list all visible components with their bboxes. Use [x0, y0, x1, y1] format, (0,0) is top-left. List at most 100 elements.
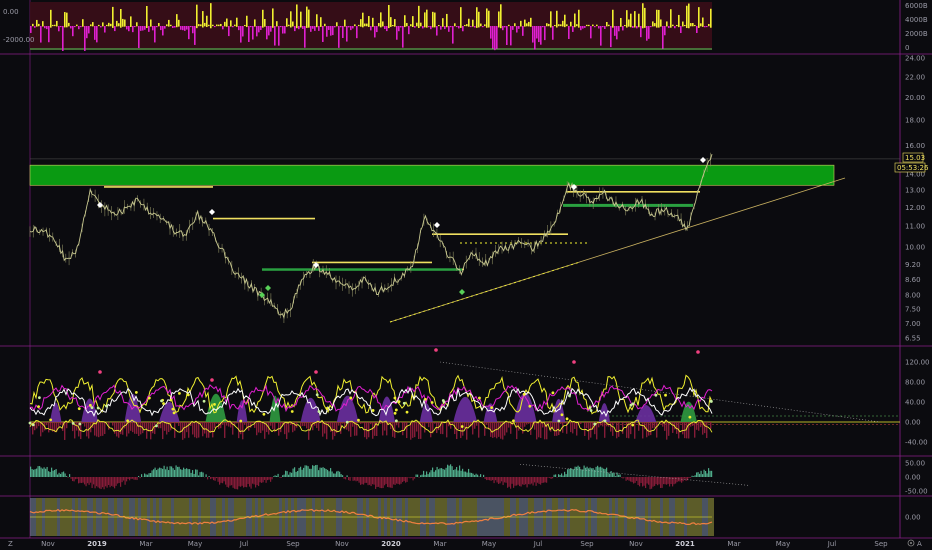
momentum-bar	[183, 467, 185, 477]
osc-hist-bar	[706, 422, 708, 439]
momentum-bar	[186, 468, 188, 477]
volume-bar	[652, 21, 654, 27]
volume-bar	[162, 26, 164, 36]
osc-dot	[393, 411, 397, 415]
osc-hist-bar	[46, 422, 48, 426]
momentum-bar	[349, 477, 351, 481]
volume-bar	[392, 24, 394, 27]
momentum-bar	[253, 477, 255, 485]
volume-bar	[96, 26, 98, 43]
volume-bar	[600, 26, 602, 46]
momentum-bar	[274, 475, 276, 477]
osc-hist-bar	[464, 422, 466, 429]
volume-bar	[114, 26, 116, 32]
osc-hist-bar	[602, 422, 604, 427]
momentum-bar	[372, 477, 374, 485]
momentum-bar	[333, 473, 335, 477]
momentum-bar	[528, 477, 530, 485]
volume-bar	[362, 12, 364, 28]
osc-hist-bar	[658, 422, 660, 423]
osc-hist-bar	[264, 422, 266, 439]
volume-bar	[474, 26, 476, 28]
osc-hist-bar	[258, 422, 260, 433]
volume-bar	[296, 4, 298, 29]
volume-bar	[248, 26, 250, 42]
volume-bar	[440, 26, 442, 30]
momentum-bar	[45, 468, 47, 477]
momentum-bar	[55, 469, 57, 477]
volume-bar	[516, 26, 518, 33]
momentum-bar	[652, 477, 654, 487]
momentum-bar	[208, 476, 210, 477]
momentum-bar	[280, 477, 282, 478]
volume-bar	[150, 19, 152, 27]
momentum-bar	[241, 477, 243, 486]
volume-bar	[370, 26, 372, 31]
volume-bar	[174, 26, 176, 28]
chart-background	[0, 0, 932, 550]
momentum-bar	[609, 473, 611, 477]
osc-hist-bar	[66, 422, 68, 429]
osc-hist-bar	[528, 422, 530, 424]
momentum-bar	[162, 468, 164, 477]
timezone-icon[interactable]: Z	[8, 540, 13, 548]
momentum-bar	[685, 477, 687, 481]
momentum-bar	[130, 477, 132, 479]
volume-bar	[112, 6, 114, 28]
osc-hist-bar	[496, 422, 498, 439]
volume-bar	[430, 26, 432, 30]
osc-hist-bar	[708, 422, 710, 424]
momentum-bar	[634, 477, 636, 483]
volume-bar	[124, 19, 126, 27]
osc-hist-bar	[576, 422, 578, 436]
momentum-bar	[46, 466, 48, 477]
volume-bar	[514, 23, 516, 27]
momentum-bar	[595, 466, 597, 477]
momentum-bar	[373, 477, 375, 485]
momentum-bar	[84, 477, 86, 485]
volume-bar	[42, 21, 44, 27]
volume-bar	[88, 26, 90, 34]
momentum-bar	[547, 477, 549, 478]
volume-bar	[624, 24, 626, 27]
volume-bar	[122, 18, 124, 27]
volume-bar	[280, 26, 282, 28]
volume-bar	[102, 22, 104, 27]
momentum-bar	[661, 477, 663, 488]
momentum-bar	[168, 470, 170, 477]
momentum-bar	[231, 477, 233, 486]
momentum-bar	[426, 471, 428, 477]
momentum-bar	[508, 477, 510, 487]
volume-bar	[298, 26, 300, 30]
momentum-bar	[589, 467, 591, 477]
volume-bar	[60, 26, 62, 28]
volume-bar	[72, 26, 74, 37]
volume-delta-pane	[30, 2, 712, 51]
volume-bar	[332, 26, 334, 36]
volume-bar	[496, 26, 498, 49]
momentum-bar	[534, 477, 536, 483]
osc-dot	[405, 410, 409, 414]
osc-y-tick: 80.00	[905, 379, 925, 387]
auto-scale-toggle[interactable]: A	[917, 540, 922, 548]
momentum-bar	[540, 477, 542, 485]
osc-hist-bar	[204, 422, 206, 434]
momentum-bar	[292, 468, 294, 477]
momentum-bar	[657, 477, 659, 486]
momentum-bar	[465, 471, 467, 477]
momentum-bar	[340, 474, 342, 477]
last-price-text: 15.03	[905, 154, 925, 162]
volume-bar	[156, 26, 158, 28]
osc-dot	[551, 391, 555, 395]
volume-bar	[656, 9, 658, 28]
momentum-bar	[598, 467, 600, 477]
volume-bar	[670, 9, 672, 28]
momentum-bar	[562, 475, 564, 477]
osc-hist-bar	[140, 422, 142, 435]
momentum-bar	[691, 475, 693, 477]
volume-bar	[74, 26, 76, 28]
volume-bar	[460, 7, 462, 28]
volume-bar	[504, 26, 506, 28]
momentum-bar	[385, 477, 387, 484]
momentum-bar	[493, 477, 495, 484]
